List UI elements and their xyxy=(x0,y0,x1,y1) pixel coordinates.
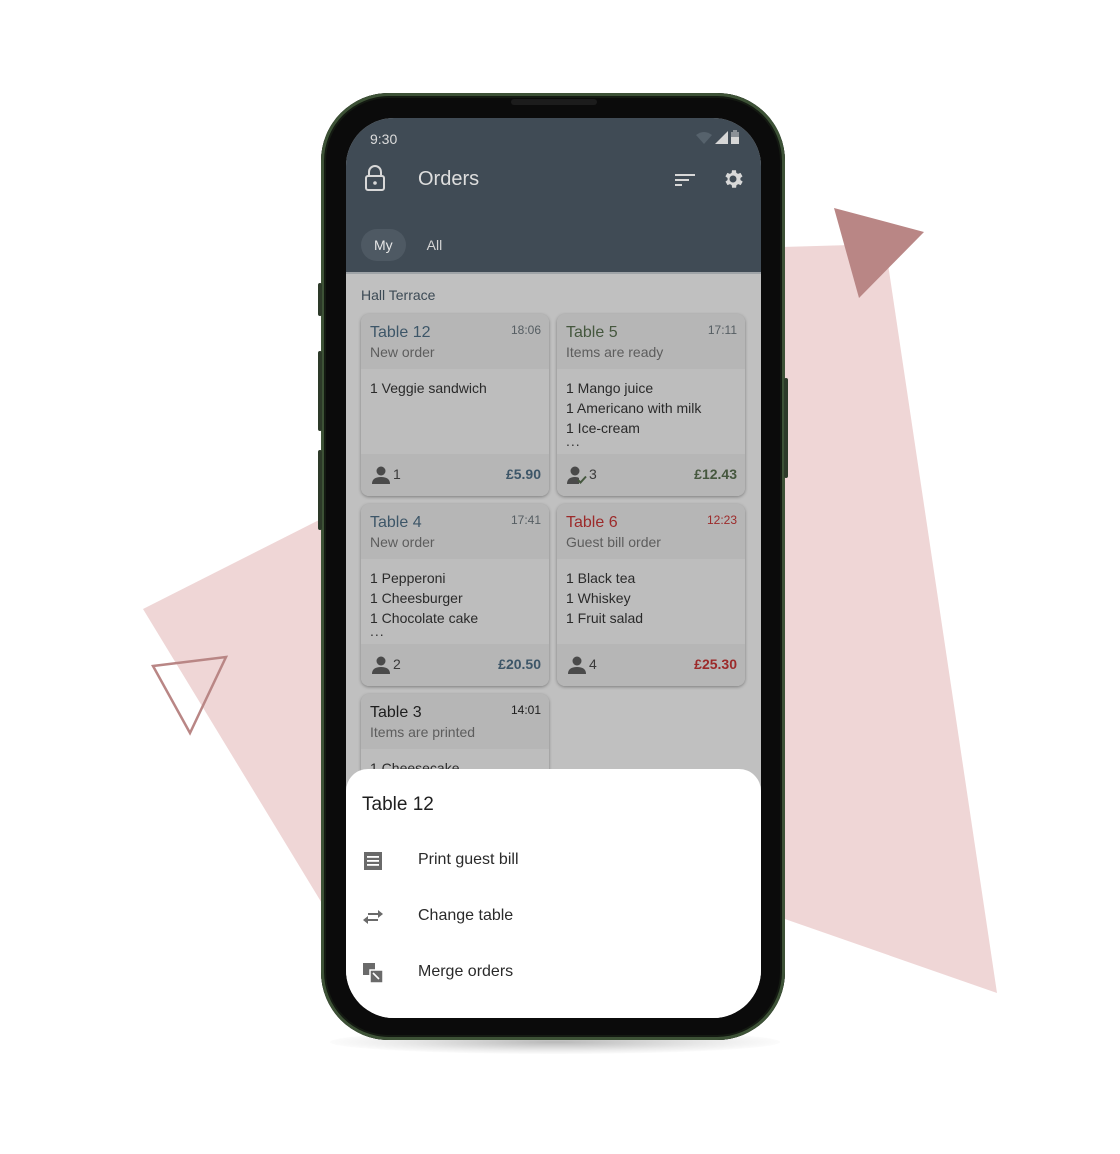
action-label: Merge orders xyxy=(418,963,514,980)
section-title: Hall Terrace xyxy=(361,287,436,303)
order-item: 1 Cheesburger xyxy=(370,590,463,606)
person-icon xyxy=(372,466,390,484)
guest-count: 1 xyxy=(393,466,401,482)
more-items-ellipsis: ... xyxy=(566,433,581,449)
bottom-sheet-title: Table 12 xyxy=(362,794,434,815)
order-total: £25.30 xyxy=(694,656,737,672)
merge-icon xyxy=(363,963,384,984)
action-label: Print guest bill xyxy=(418,851,519,868)
order-card[interactable]: Table 5 17:11 Items are ready 1 Mango ju… xyxy=(557,314,745,496)
card-header: Table 4 17:41 New order xyxy=(361,504,549,559)
order-card[interactable]: Table 6 12:23 Guest bill order 1 Black t… xyxy=(557,504,745,686)
order-time: 14:01 xyxy=(510,703,541,717)
order-items: 1 Veggie sandwich xyxy=(361,369,549,455)
pink-blob-right xyxy=(782,244,997,993)
more-items-ellipsis: ... xyxy=(370,623,385,639)
card-header: Table 12 18:06 New order xyxy=(361,314,549,369)
order-item: 1 Pepperoni xyxy=(370,570,446,586)
card-footer: 2 £20.50 xyxy=(361,644,549,686)
order-time: 17:11 xyxy=(707,323,737,337)
battery-icon xyxy=(731,130,739,144)
volume-up-button xyxy=(318,351,322,431)
person-icon xyxy=(372,656,390,674)
order-total: £12.43 xyxy=(694,466,737,482)
action-print-guest-bill[interactable]: Print guest bill xyxy=(346,833,761,889)
wifi-icon xyxy=(696,132,712,144)
order-items: 1 Black tea 1 Whiskey 1 Fruit salad xyxy=(557,559,745,645)
phone-frame: 9:30 Orders My All Hall Terrace Table 12… xyxy=(318,93,788,1040)
status-icons xyxy=(696,130,739,144)
page-title: Orders xyxy=(418,168,480,190)
action-change-table[interactable]: Change table xyxy=(346,889,761,945)
order-status: New order xyxy=(370,344,435,360)
order-status: Items are ready xyxy=(566,344,664,360)
power-button xyxy=(784,378,788,478)
app-bar: 9:30 Orders My All xyxy=(346,118,761,272)
signal-icon xyxy=(715,131,728,144)
tab-all[interactable]: All xyxy=(414,229,456,261)
swap-arrows-icon xyxy=(363,910,383,924)
order-items: 1 Mango juice 1 Americano with milk 1 Ic… xyxy=(557,369,745,455)
card-footer: 1 £5.90 xyxy=(361,454,549,496)
card-header: Table 6 12:23 Guest bill order xyxy=(557,504,745,559)
order-items: 1 Pepperoni 1 Cheesburger 1 Chocolate ca… xyxy=(361,559,549,645)
table-name: Table 12 xyxy=(370,324,431,341)
order-status: Items are printed xyxy=(370,724,476,740)
order-time: 18:06 xyxy=(510,323,541,337)
tab-my[interactable]: My xyxy=(361,229,406,261)
order-item: 1 Black tea xyxy=(566,570,636,586)
order-status: New order xyxy=(370,534,435,550)
action-merge-orders[interactable]: Merge orders xyxy=(346,945,761,1001)
order-item: 1 Americano with milk xyxy=(566,400,702,416)
order-item: 1 Mango juice xyxy=(566,380,654,396)
order-item: 1 Fruit salad xyxy=(566,610,644,626)
order-total: £20.50 xyxy=(498,656,541,672)
action-label: Change table xyxy=(418,907,514,924)
side-button xyxy=(318,283,322,316)
order-item: 1 Veggie sandwich xyxy=(370,380,487,396)
screen: 9:30 Orders My All Hall Terrace Table 12… xyxy=(346,118,761,1018)
guest-count: 4 xyxy=(589,656,597,672)
order-card[interactable]: Table 12 18:06 New order 1 Veggie sandwi… xyxy=(361,314,549,496)
order-filter-tabs: My All xyxy=(361,229,455,261)
order-item: 1 Ice-cream xyxy=(566,420,640,436)
person-icon xyxy=(568,656,586,674)
receipt-icon xyxy=(364,852,382,870)
gear-icon[interactable] xyxy=(721,167,745,191)
sort-icon[interactable] xyxy=(673,168,697,192)
status-time: 9:30 xyxy=(370,131,398,147)
lock-icon[interactable] xyxy=(364,165,386,191)
table-name: Table 5 xyxy=(566,324,618,341)
card-header: Table 5 17:11 Items are ready xyxy=(557,314,745,369)
person-check-icon xyxy=(567,466,587,484)
order-card[interactable]: Table 4 17:41 New order 1 Pepperoni 1 Ch… xyxy=(361,504,549,686)
pink-blob-left xyxy=(143,518,323,905)
order-item: 1 Whiskey xyxy=(566,590,631,606)
order-time: 12:23 xyxy=(706,513,737,527)
order-item: 1 Chocolate cake xyxy=(370,610,479,626)
order-total: £5.90 xyxy=(505,466,541,482)
bottom-sheet: Table 12 Print guest bill Change table M… xyxy=(346,769,761,1018)
card-header: Table 3 14:01 Items are printed xyxy=(361,694,549,749)
guest-count: 3 xyxy=(589,466,597,482)
table-name: Table 3 xyxy=(370,704,422,721)
table-name: Table 4 xyxy=(370,514,422,531)
card-footer: 4 £25.30 xyxy=(557,644,745,686)
volume-down-button xyxy=(318,450,322,530)
order-status: Guest bill order xyxy=(566,534,661,550)
order-time: 17:41 xyxy=(510,513,541,527)
speaker-grille xyxy=(511,99,597,105)
guest-count: 2 xyxy=(393,656,401,672)
table-name: Table 6 xyxy=(566,514,618,531)
card-footer: 3 £12.43 xyxy=(557,454,745,496)
